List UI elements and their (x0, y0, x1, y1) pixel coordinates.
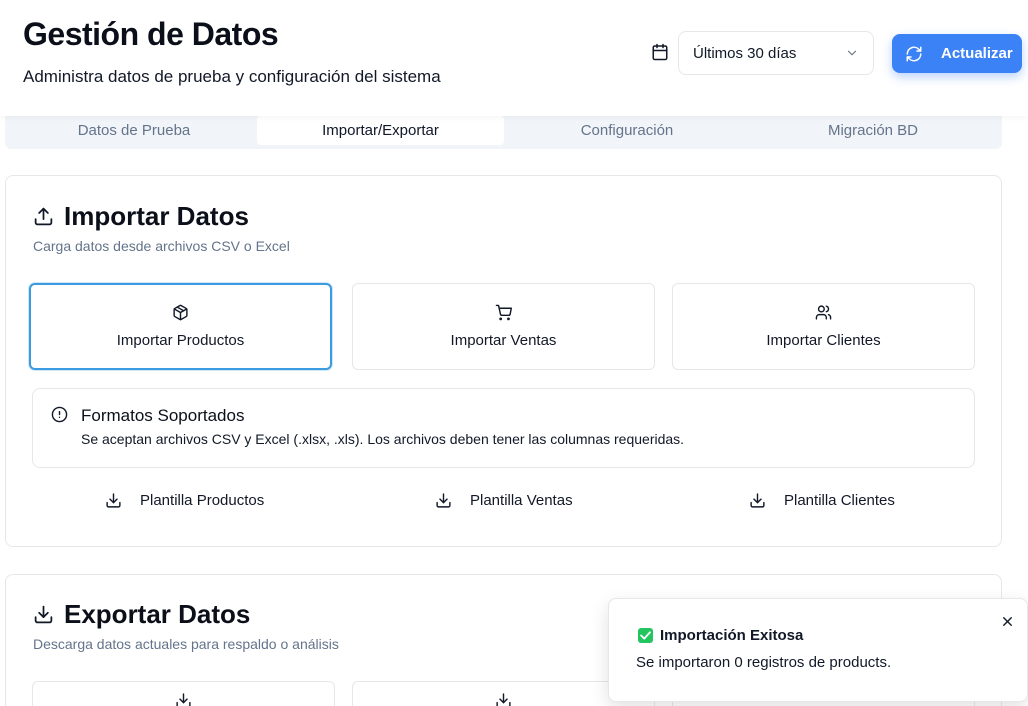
download-icon (749, 492, 766, 509)
toast-message: Se importaron 0 registros de products. (636, 654, 892, 671)
refresh-button[interactable]: Actualizar (892, 34, 1022, 73)
import-products-button[interactable]: Importar Productos (29, 283, 332, 370)
check-icon (638, 628, 653, 643)
export-option-button[interactable] (32, 681, 335, 706)
tab-settings[interactable]: Configuración (504, 116, 750, 145)
template-products-label: Plantilla Productos (140, 492, 265, 509)
refresh-label: Actualizar (941, 45, 1013, 62)
template-clients-link[interactable]: Plantilla Clientes (749, 492, 895, 509)
export-title-text: Exportar Datos (64, 599, 251, 629)
import-clients-button[interactable]: Importar Clientes (672, 283, 975, 370)
date-range-value: Últimos 30 días (693, 44, 797, 62)
import-description: Carga datos desde archivos CSV o Excel (33, 238, 290, 254)
alert-text: Se aceptan archivos CSV y Excel (.xlsx, … (81, 431, 685, 447)
supported-formats-alert: Formatos Soportados Se aceptan archivos … (32, 388, 975, 468)
import-title: Importar Datos (33, 201, 249, 232)
package-icon (172, 304, 189, 321)
alert-title: Formatos Soportados (81, 406, 245, 425)
template-products-link[interactable]: Plantilla Productos (105, 492, 264, 509)
refresh-icon (905, 45, 923, 63)
tab-db-migration[interactable]: Migración BD (750, 116, 996, 145)
info-circle-icon (51, 406, 68, 423)
import-sales-button[interactable]: Importar Ventas (352, 283, 655, 370)
date-range-select[interactable]: Últimos 30 días (678, 31, 874, 75)
calendar-icon (651, 43, 669, 61)
template-clients-label: Plantilla Clientes (784, 492, 895, 509)
close-icon[interactable] (1000, 614, 1015, 629)
tab-import-export[interactable]: Importar/Exportar (257, 116, 504, 145)
users-icon (815, 304, 832, 321)
template-sales-link[interactable]: Plantilla Ventas (435, 492, 573, 509)
import-card: Importar Datos Carga datos desde archivo… (5, 175, 1002, 547)
cart-icon (495, 304, 512, 321)
upload-icon (33, 206, 54, 227)
page-subtitle: Administra datos de prueba y configuraci… (23, 67, 441, 86)
download-icon (175, 692, 192, 706)
download-icon (435, 492, 452, 509)
page-header: Gestión de Datos Administra datos de pru… (0, 0, 1028, 116)
toast-title: Importación Exitosa (660, 627, 804, 644)
import-products-label: Importar Productos (116, 332, 245, 349)
export-title: Exportar Datos (33, 599, 250, 630)
export-description: Descarga datos actuales para respaldo o … (33, 636, 339, 652)
import-title-text: Importar Datos (64, 201, 249, 231)
page-title: Gestión de Datos (23, 16, 279, 52)
tab-test-data[interactable]: Datos de Prueba (11, 116, 257, 145)
import-clients-label: Importar Clientes (766, 332, 881, 349)
import-sales-label: Importar Ventas (450, 332, 557, 349)
download-icon (33, 604, 54, 625)
download-icon (105, 492, 122, 509)
success-toast: Importación Exitosa Se importaron 0 regi… (608, 598, 1028, 702)
download-icon (495, 692, 512, 706)
template-sales-label: Plantilla Ventas (470, 492, 573, 509)
chevron-down-icon (845, 46, 859, 60)
